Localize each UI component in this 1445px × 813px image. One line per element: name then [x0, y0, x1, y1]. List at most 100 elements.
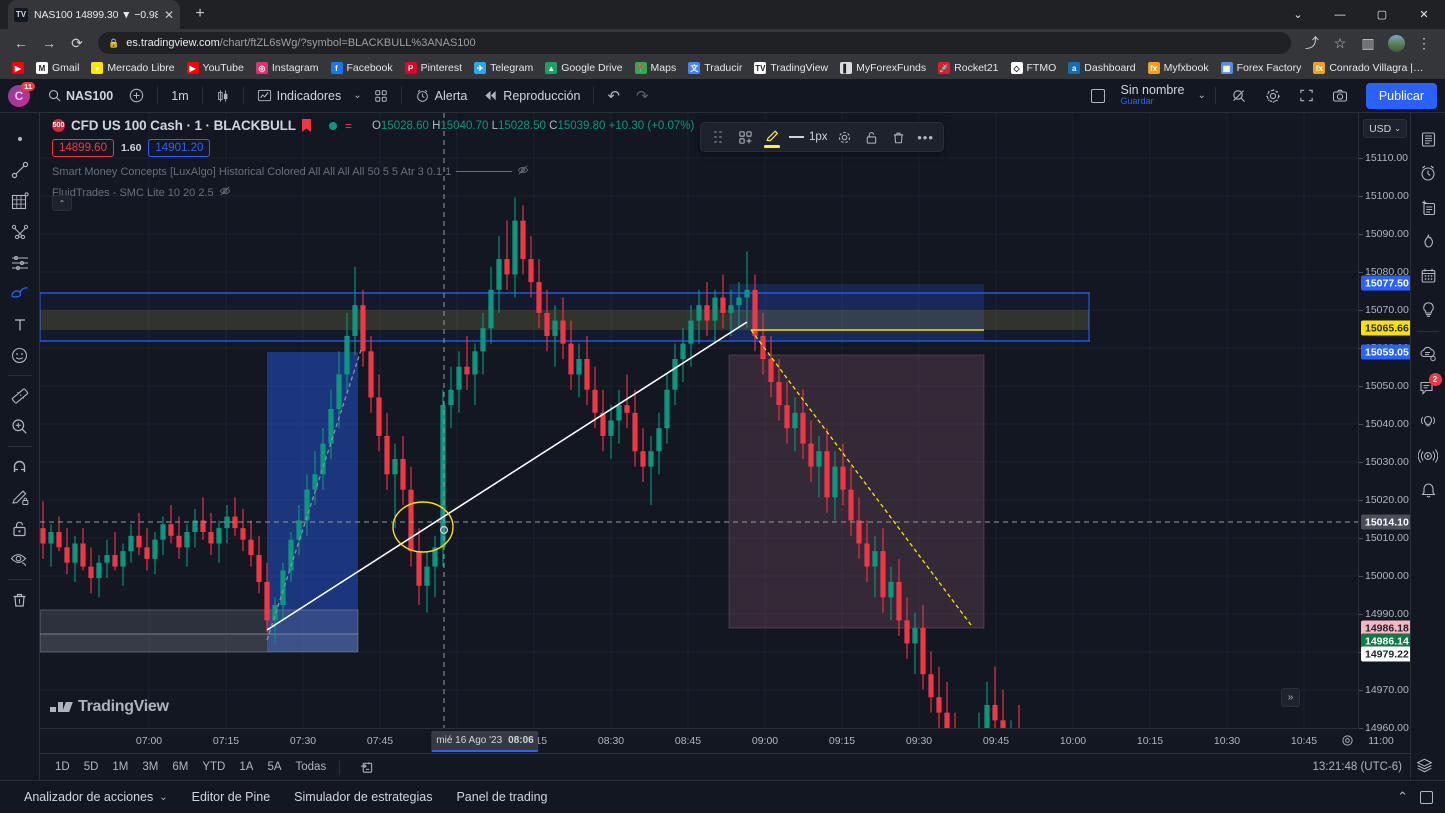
indicators-button[interactable]: Indicadores	[249, 83, 350, 109]
bookmark-item[interactable]: ◇ FTMO	[1005, 59, 1063, 77]
notifications-button[interactable]	[1413, 473, 1444, 507]
chevron-up-icon[interactable]: ⌃	[1397, 789, 1408, 805]
bookmark-item[interactable]: ✈ Telegram	[468, 59, 539, 77]
avatar[interactable]	[1383, 30, 1409, 56]
range-button-1a[interactable]: 1A	[232, 759, 260, 775]
chart-type-button[interactable]	[208, 83, 238, 109]
lock-drawings-tool[interactable]	[3, 513, 37, 544]
alerts-button[interactable]	[1413, 156, 1444, 190]
browser-tab[interactable]: TV NAS100 14899.30 ▼ −0.98% Sin ✕	[8, 0, 180, 29]
text-tool[interactable]	[3, 309, 37, 340]
ideas-stream-button[interactable]	[1413, 405, 1444, 439]
private-chats-button[interactable]: 2	[1413, 371, 1444, 405]
maximize-panel-icon[interactable]	[1420, 790, 1433, 804]
drawing-float-toolbar[interactable]: 1px •••	[700, 122, 944, 152]
alert-button[interactable]: Alerta	[407, 83, 476, 109]
goto-date-button[interactable]	[352, 758, 381, 777]
bookmark-item[interactable]: a Dashboard	[1062, 59, 1141, 77]
publish-button[interactable]: Publicar	[1365, 82, 1437, 109]
bookmark-item[interactable]: ▌ MyForexFunds	[834, 59, 932, 77]
user-avatar[interactable]: C 11	[8, 81, 35, 107]
ideas-button[interactable]	[1413, 292, 1444, 326]
watchlist-button[interactable]	[1413, 122, 1444, 156]
range-button-todas[interactable]: Todas	[289, 759, 334, 775]
chrome-menu-icon[interactable]: ⋮	[1411, 30, 1437, 56]
bookmark-item[interactable]: 文 Traducir	[682, 59, 748, 77]
bookmark-item[interactable]: ◎ Instagram	[250, 59, 325, 77]
calendar-button[interactable]	[1413, 258, 1444, 292]
tab-search-chevron-icon[interactable]: ⌄	[1277, 0, 1319, 29]
hide-drawings-tool[interactable]	[3, 544, 37, 575]
line-style-icon[interactable]	[789, 136, 804, 138]
templates-button[interactable]	[366, 83, 396, 109]
bookmark-item[interactable]: P Pinterest	[399, 59, 468, 77]
fullscreen-button[interactable]	[1291, 83, 1322, 109]
gear-icon[interactable]	[832, 124, 858, 150]
window-close-button[interactable]: ✕	[1403, 0, 1445, 29]
interval-button[interactable]: 1m	[163, 83, 196, 109]
chat-rooms-button[interactable]	[1413, 337, 1444, 371]
range-button-5d[interactable]: 5D	[77, 759, 106, 775]
new-tab-button[interactable]: +	[190, 4, 210, 24]
emoji-tool[interactable]	[3, 340, 37, 371]
pattern-tool[interactable]	[3, 216, 37, 247]
share-icon[interactable]: ⤴	[1299, 30, 1325, 56]
bookmark-item[interactable]: ▲ Google Drive	[539, 59, 628, 77]
bookmark-item[interactable]: ● Mercado Libre	[85, 59, 180, 77]
layout-save-link[interactable]: Guardar	[1121, 96, 1154, 106]
symbol-search-button[interactable]: NAS100	[40, 83, 121, 109]
legend-collapse-button[interactable]: ⌃	[52, 195, 72, 211]
range-button-5a[interactable]: 5A	[260, 759, 288, 775]
drag-dots-icon[interactable]	[705, 124, 731, 150]
indicators-chevron-button[interactable]: ⌄	[349, 83, 365, 109]
address-bar[interactable]: 🔒 es.tradingview.com/chart/ftZL6sWg/?sym…	[98, 32, 1291, 54]
currency-selector[interactable]: USD ⌄	[1363, 119, 1407, 138]
bookmark-item[interactable]: f Facebook	[325, 59, 399, 77]
bookmark-item[interactable]: 🚀 Rocket21	[932, 59, 1004, 77]
bookmark-item[interactable]: ▶	[6, 59, 30, 77]
star-icon[interactable]: ☆	[1327, 30, 1353, 56]
gann-fib-tool[interactable]	[3, 185, 37, 216]
highlighter-icon[interactable]	[759, 124, 785, 150]
bottom-panel-tab-3[interactable]: Panel de trading	[444, 784, 559, 810]
chart-clock[interactable]: 13:21:48 (UTC-6)	[1313, 761, 1402, 773]
bottom-panel-tab-0[interactable]: Analizador de acciones ⌄	[12, 784, 180, 810]
range-button-1m[interactable]: 1M	[105, 759, 135, 775]
bookmark-item[interactable]: ▦ Forex Factory	[1215, 59, 1308, 77]
add-symbol-button[interactable]	[121, 83, 152, 109]
range-button-1d[interactable]: 1D	[48, 759, 77, 775]
time-scale-settings-icon[interactable]	[1341, 734, 1354, 750]
chart-settings-button[interactable]	[1257, 83, 1289, 109]
measure-tool[interactable]	[3, 380, 37, 411]
chart-canvas[interactable]: TradingView 500 CFD US 100 Cash · 1 · BL…	[40, 113, 1358, 728]
data-window-button[interactable]	[1413, 190, 1444, 224]
drawing-mode-tool[interactable]	[3, 482, 37, 513]
snapshot-button[interactable]	[1324, 83, 1356, 109]
trash-icon[interactable]	[886, 124, 912, 150]
more-options-icon[interactable]: •••	[913, 124, 939, 150]
forward-icon[interactable]: →	[36, 30, 62, 56]
back-icon[interactable]: ←	[8, 30, 34, 56]
replay-button[interactable]: Reproducción	[475, 83, 588, 109]
broadcasts-button[interactable]	[1413, 439, 1444, 473]
cursor-tool[interactable]	[3, 123, 37, 154]
side-panel-icon[interactable]: ▥	[1355, 30, 1381, 56]
bookmark-item[interactable]: M Gmail	[30, 59, 85, 77]
prediction-tool[interactable]	[3, 247, 37, 278]
time-scale[interactable]: 07:0007:1507:3007:4508:0008:1508:3008:45…	[40, 728, 1394, 753]
bookmark-item[interactable]: 📍 Maps	[629, 59, 683, 77]
layout-select-button[interactable]	[1083, 83, 1113, 109]
undo-button[interactable]: ↶	[599, 83, 628, 109]
unlock-icon[interactable]	[859, 124, 885, 150]
bookmark-item[interactable]: fx Myfxbook	[1142, 59, 1215, 77]
bookmark-item[interactable]: TV TradingView	[748, 59, 834, 77]
chart-area[interactable]: TradingView 500 CFD US 100 Cash · 1 · BL…	[40, 113, 1410, 780]
magnet-tool[interactable]	[3, 451, 37, 482]
hotlists-button[interactable]	[1413, 224, 1444, 258]
layers-icon[interactable]	[1411, 752, 1437, 778]
window-minimize-button[interactable]: —	[1319, 0, 1361, 29]
scroll-to-realtime-button[interactable]: »	[1281, 688, 1300, 707]
bottom-panel-tab-1[interactable]: Editor de Pine	[180, 784, 283, 810]
range-button-6m[interactable]: 6M	[165, 759, 195, 775]
reload-icon[interactable]: ⟳	[64, 30, 90, 56]
